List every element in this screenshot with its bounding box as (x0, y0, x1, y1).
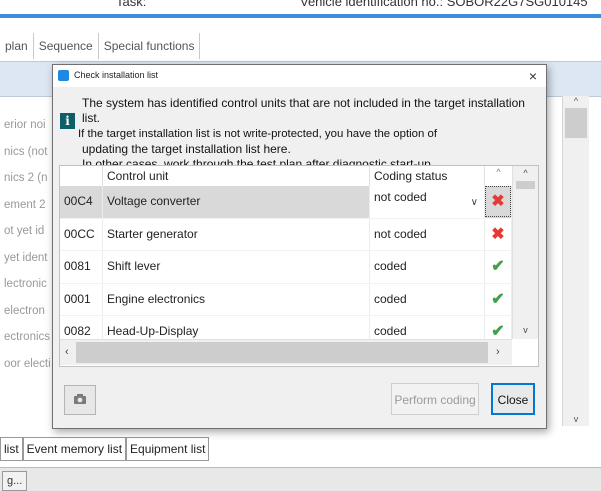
header-accent-bar (0, 14, 601, 18)
list-item[interactable]: nics (not (0, 139, 56, 166)
cell-control-unit: Shift lever (103, 251, 370, 283)
dialog-titlebar: Check installation list × (53, 65, 546, 87)
scroll-thumb[interactable] (76, 342, 488, 363)
dialog-message: The system has identified control units … (78, 96, 544, 172)
list-item[interactable]: yet ident (0, 245, 56, 272)
camera-icon (74, 394, 86, 404)
camera-button[interactable] (64, 385, 96, 415)
scroll-thumb[interactable] (565, 108, 587, 138)
cell-control-unit: Starter generator (103, 218, 370, 251)
scroll-down-icon[interactable]: v (563, 414, 589, 424)
task-label: Task: (116, 0, 147, 9)
tab-special-functions[interactable]: Special functions (98, 33, 201, 59)
tab-plan[interactable]: plan (0, 33, 34, 59)
check-icon: ✔ (491, 323, 505, 341)
table-vertical-scrollbar[interactable]: ^ v (512, 166, 538, 339)
list-item[interactable]: ot yet id (0, 218, 56, 245)
chevron-down-icon[interactable]: ∨ (471, 197, 478, 208)
header-control-unit[interactable]: Control unit (103, 166, 370, 186)
list-item[interactable]: ectronics (0, 324, 56, 351)
tab-event-memory-list[interactable]: Event memory list (22, 438, 127, 461)
header-code[interactable] (60, 166, 103, 186)
table-horizontal-scrollbar[interactable]: ‹ › (60, 339, 512, 365)
scroll-right-icon[interactable]: › (496, 346, 500, 358)
close-icon[interactable]: × (525, 67, 541, 85)
cell-code: 00C4 (60, 186, 103, 218)
focus-frame (485, 186, 511, 217)
list-item[interactable]: electron (0, 298, 56, 325)
scroll-up-icon[interactable]: ^ (513, 168, 538, 178)
scroll-thumb[interactable] (516, 181, 535, 189)
message-line: The system has identified control units … (82, 96, 525, 126)
status-cell: ✔ (485, 251, 512, 283)
scroll-up-icon[interactable]: ^ (563, 96, 589, 106)
cell-coding-status: coded (370, 251, 485, 283)
dropdown-value: not coded (374, 190, 427, 204)
background-scrollbar[interactable]: ^ v (562, 96, 589, 426)
list-item[interactable]: erior noi (0, 112, 56, 139)
table-row[interactable]: 0081 Shift lever coded ✔ (60, 251, 512, 284)
status-cell: ✔ (485, 283, 512, 316)
cell-control-unit: Voltage converter (103, 186, 370, 218)
control-unit-table: Control unit Coding status ^ 00C4 Voltag… (59, 165, 539, 367)
cell-code: 00CC (60, 218, 103, 251)
cell-code: 0081 (60, 251, 103, 283)
error-icon: ✖ (491, 225, 505, 243)
cell-control-unit: Engine electronics (103, 283, 370, 316)
status-button[interactable]: g... (2, 471, 28, 491)
header-coding-status[interactable]: Coding status (370, 166, 485, 186)
main-tabs: plan Sequence Special functions (0, 33, 201, 59)
cell-coding-status: coded (370, 283, 485, 316)
check-icon: ✔ (491, 290, 505, 308)
coding-status-dropdown[interactable]: not coded ∨ (370, 186, 485, 218)
app-icon (58, 70, 69, 81)
close-button[interactable]: Close (491, 383, 535, 415)
cell-code: 0001 (60, 283, 103, 316)
app-header: Task: Vehicle identification no.: SOBOR2… (0, 0, 601, 20)
scroll-left-icon[interactable]: ‹ (65, 346, 69, 358)
cell-coding-status: not coded (370, 218, 485, 251)
message-line: If the target installation list is not w… (78, 127, 438, 140)
list-item[interactable]: oor electi (0, 351, 56, 378)
check-installation-dialog: Check installation list × i The system h… (52, 64, 547, 429)
table-header: Control unit Coding status ^ (60, 166, 512, 187)
table-row[interactable]: 00CC Starter generator not coded ✖ (60, 218, 512, 252)
list-item[interactable]: ement 2 (0, 192, 56, 219)
sort-arrow-icon[interactable]: ^ (485, 166, 512, 186)
vin-label: Vehicle identification no.: SOBOR22G7SG0… (300, 0, 588, 9)
table-row[interactable]: 0001 Engine electronics coded ✔ (60, 283, 512, 317)
background-list: erior noi nics (not nics 2 (n ement 2 ot… (0, 112, 56, 377)
status-cell: ✖ (485, 218, 512, 251)
info-icon: i (60, 113, 75, 129)
message-line: updating the target installation list he… (82, 141, 291, 156)
tab-sequence[interactable]: Sequence (33, 33, 99, 59)
table-body: 00C4 Voltage converter not coded ∨ ✖ 00C… (60, 186, 512, 349)
list-item[interactable]: lectronic (0, 271, 56, 298)
status-cell: ✖ (485, 186, 512, 218)
dialog-title: Check installation list (74, 70, 159, 80)
perform-coding-button[interactable]: Perform coding (391, 383, 479, 415)
bottom-tabs: list Event memory list Equipment list (0, 437, 210, 462)
list-item[interactable]: nics 2 (n (0, 165, 56, 192)
tab-list[interactable]: list (0, 438, 23, 461)
status-bar: g... (0, 467, 601, 491)
tab-equipment-list[interactable]: Equipment list (126, 438, 210, 461)
table-row[interactable]: 00C4 Voltage converter not coded ∨ ✖ (60, 186, 512, 219)
check-icon: ✔ (491, 258, 505, 276)
scroll-down-icon[interactable]: v (513, 325, 538, 335)
